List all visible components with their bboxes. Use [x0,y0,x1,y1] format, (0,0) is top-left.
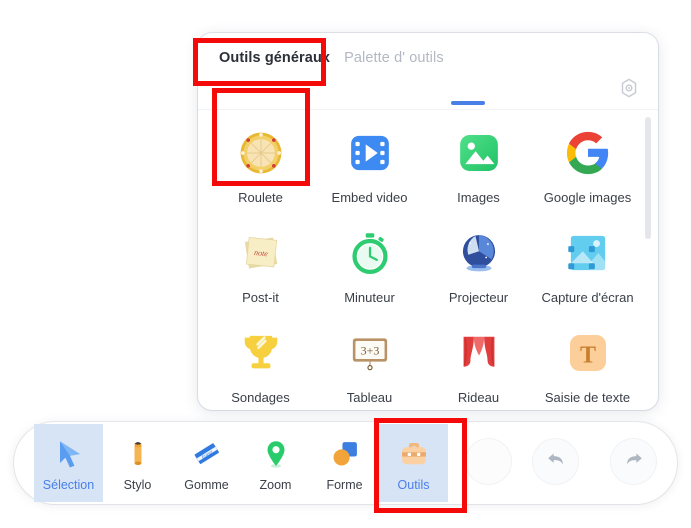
tool-label: Embed video [331,190,408,205]
tool-roulete[interactable]: Roulete [206,117,315,217]
toolbar-item-forme[interactable]: Forme [310,424,379,502]
tool-label: Sondages [231,390,290,405]
undo-arrow-icon [545,448,567,475]
tool-label: Saisie de texte [544,390,631,405]
toolbox-icon [394,434,434,474]
tool-rideau[interactable]: Rideau [424,317,533,417]
tool-label: Rideau [457,390,500,405]
redo-button[interactable] [611,439,656,484]
svg-text:note: note [253,248,268,258]
tool-saisie-de-texte[interactable]: T Saisie de texte [533,317,642,417]
app-root: Outils généraux Palette d' outils Roulet… [0,0,691,528]
panel-scrollbar-track[interactable] [645,117,651,427]
pencil-icon [118,434,158,474]
tool-label: Projecteur [448,290,509,305]
image-icon [451,125,507,181]
tool-label: Roulete [238,190,283,205]
tool-label: Capture d'écran [541,290,634,305]
active-tab-underline [451,101,485,105]
tool-tableau[interactable]: 3+3 Tableau [315,317,424,417]
toolbar-item-gomme[interactable]: Eraser Gomme [172,424,241,502]
panel-tab-bar: Outils généraux Palette d' outils [198,33,658,82]
cursor-arrow-icon [49,434,89,474]
text-input-t-icon: T [560,325,616,381]
toolbar-item-label: Outils [397,478,430,492]
video-embed-icon [342,125,398,181]
tool-capture-ecran[interactable]: Capture d'écran [533,217,642,317]
toolbar-item-outils[interactable]: Outils [379,424,448,502]
toolbar-item-zoom[interactable]: Zoom [241,424,310,502]
google-logo-icon [560,125,616,181]
tool-post-it[interactable]: note Post-it [206,217,315,317]
tool-label: Minuteur [344,290,395,305]
tool-label: Tableau [346,390,393,405]
tab-outils-generaux[interactable]: Outils généraux [219,50,330,66]
panel-scrollbar-thumb[interactable] [645,117,651,239]
toolbar-item-label: Zoom [259,478,292,492]
tools-grid: Roulete Embed video Images Google images… [198,117,644,417]
tool-label: Google images [543,190,632,205]
shapes-icon [325,434,365,474]
tool-projecteur[interactable]: Projecteur [424,217,533,317]
screenshot-icon [560,225,616,281]
eraser-icon: Eraser [187,434,227,474]
toolbar-item-label: Sélection [42,478,95,492]
curtain-icon [451,325,507,381]
tool-google-images[interactable]: Google images [533,117,642,217]
tools-panel: Outils généraux Palette d' outils Roulet… [198,33,658,410]
undo-button[interactable] [533,439,578,484]
tab-palette-outils[interactable]: Palette d' outils [344,50,444,66]
toolbar-item-label: Gomme [184,478,229,492]
toolbar-item-label: Forme [326,478,363,492]
gear-icon[interactable] [618,77,640,99]
tool-minuteur[interactable]: Minuteur [315,217,424,317]
bottom-toolbar: Sélection Stylo Eraser Gomme Zoom Forme … [14,422,677,504]
panel-divider [198,109,658,110]
stopwatch-icon [342,225,398,281]
trophy-icon [233,325,289,381]
toolbar-item-list: Sélection Stylo Eraser Gomme Zoom Forme … [34,424,448,502]
map-pin-icon [256,434,296,474]
toolbar-item-stylo[interactable]: Stylo [103,424,172,502]
svg-text:T: T [579,342,595,368]
toolbar-extra-button[interactable] [466,439,511,484]
spotlight-icon [451,225,507,281]
tool-images[interactable]: Images [424,117,533,217]
tool-label: Images [457,190,500,205]
sticky-note-icon: note [233,225,289,281]
tool-embed-video[interactable]: Embed video [315,117,424,217]
whiteboard-3plus3-icon: 3+3 [342,325,398,381]
redo-arrow-icon [623,448,645,475]
svg-text:3+3: 3+3 [360,344,379,358]
tool-sondages[interactable]: Sondages [206,317,315,417]
toolbar-item-selection[interactable]: Sélection [34,424,103,502]
roulette-wheel-icon [233,125,289,181]
tool-label: Post-it [242,290,279,305]
toolbar-item-label: Stylo [123,478,152,492]
